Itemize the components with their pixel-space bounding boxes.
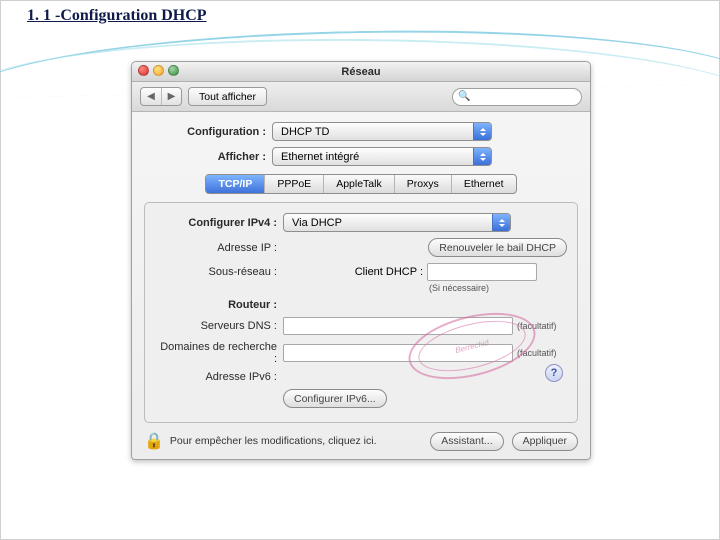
- apply-label: Appliquer: [523, 435, 567, 447]
- label-afficher: Afficher :: [144, 151, 272, 163]
- hint-client: (Si nécessaire): [429, 283, 489, 293]
- window-titlebar[interactable]: Réseau: [132, 62, 590, 82]
- label-ipv6: Adresse IPv6 :: [155, 371, 283, 383]
- chevron-updown-icon: [492, 214, 510, 231]
- dns-input[interactable]: [283, 317, 513, 335]
- label-router: Routeur :: [155, 299, 283, 311]
- help-button[interactable]: ?: [545, 364, 563, 382]
- config-ipv4-value: Via DHCP: [292, 217, 342, 229]
- show-all-label: Tout afficher: [199, 91, 256, 103]
- tab-appletalk[interactable]: AppleTalk: [324, 175, 395, 193]
- search-domains-input[interactable]: [283, 344, 513, 362]
- renew-lease-button[interactable]: Renouveler le bail DHCP: [428, 238, 567, 257]
- label-search-domains: Domaines de recherche :: [155, 341, 283, 365]
- tab-pppoe[interactable]: PPPoE: [265, 175, 324, 193]
- label-client-dhcp: Client DHCP :: [353, 266, 423, 278]
- search-icon: 🔍: [458, 91, 470, 102]
- chevron-updown-icon: [473, 123, 491, 140]
- footer-bar: 🔒 Pour empêcher les modifications, cliqu…: [144, 431, 578, 451]
- tab-bar: TCP/IP PPPoE AppleTalk Proxys Ethernet: [205, 174, 516, 194]
- apply-button[interactable]: Appliquer: [512, 432, 578, 451]
- network-prefs-window: Réseau ◀ ▶ Tout afficher 🔍 Configuration…: [131, 61, 591, 460]
- window-controls: [138, 65, 179, 76]
- show-all-button[interactable]: Tout afficher: [188, 87, 267, 106]
- label-configuration: Configuration :: [144, 126, 272, 138]
- label-config-ipv4: Configurer IPv4 :: [155, 217, 283, 229]
- assistant-button[interactable]: Assistant...: [430, 432, 503, 451]
- forward-button[interactable]: ▶: [161, 88, 181, 105]
- tab-ethernet[interactable]: Ethernet: [452, 175, 516, 193]
- hint-optional-search: (facultatif): [517, 348, 557, 358]
- afficher-value: Ethernet intégré: [281, 151, 359, 163]
- window-title: Réseau: [341, 66, 380, 78]
- client-dhcp-input[interactable]: [427, 263, 537, 281]
- tab-tcpip[interactable]: TCP/IP: [206, 175, 265, 193]
- configure-ipv6-button[interactable]: Configurer IPv6...: [283, 389, 387, 408]
- configuration-select[interactable]: DHCP TD: [272, 122, 492, 141]
- lock-icon[interactable]: 🔒: [144, 431, 164, 451]
- chevron-updown-icon: [473, 148, 491, 165]
- hint-optional-dns: (facultatif): [517, 321, 557, 331]
- question-icon: ?: [551, 367, 558, 379]
- label-dns: Serveurs DNS :: [155, 320, 283, 332]
- nav-back-forward: ◀ ▶: [140, 87, 182, 106]
- configuration-value: DHCP TD: [281, 126, 330, 138]
- toolbar: ◀ ▶ Tout afficher 🔍: [132, 82, 590, 112]
- assistant-label: Assistant...: [441, 435, 492, 447]
- slide-title: 1. 1 -Configuration DHCP: [27, 7, 207, 25]
- renew-lease-label: Renouveler le bail DHCP: [439, 242, 556, 254]
- back-button[interactable]: ◀: [141, 88, 161, 105]
- zoom-icon[interactable]: [168, 65, 179, 76]
- afficher-select[interactable]: Ethernet intégré: [272, 147, 492, 166]
- configure-ipv6-label: Configurer IPv6...: [294, 393, 376, 405]
- content-area: Configuration : DHCP TD Afficher : Ether…: [132, 112, 590, 459]
- search-input[interactable]: 🔍: [452, 88, 582, 106]
- slide-background: 1. 1 -Configuration DHCP Réseau ◀ ▶ Tout…: [0, 0, 720, 540]
- config-ipv4-select[interactable]: Via DHCP: [283, 213, 511, 232]
- minimize-icon[interactable]: [153, 65, 164, 76]
- tcpip-panel: Configurer IPv4 : Via DHCP Adresse IP : …: [144, 202, 578, 423]
- label-ip: Adresse IP :: [155, 242, 283, 254]
- lock-text: Pour empêcher les modifications, cliquez…: [170, 435, 377, 447]
- close-icon[interactable]: [138, 65, 149, 76]
- tab-proxys[interactable]: Proxys: [395, 175, 452, 193]
- label-subnet: Sous-réseau :: [155, 266, 283, 278]
